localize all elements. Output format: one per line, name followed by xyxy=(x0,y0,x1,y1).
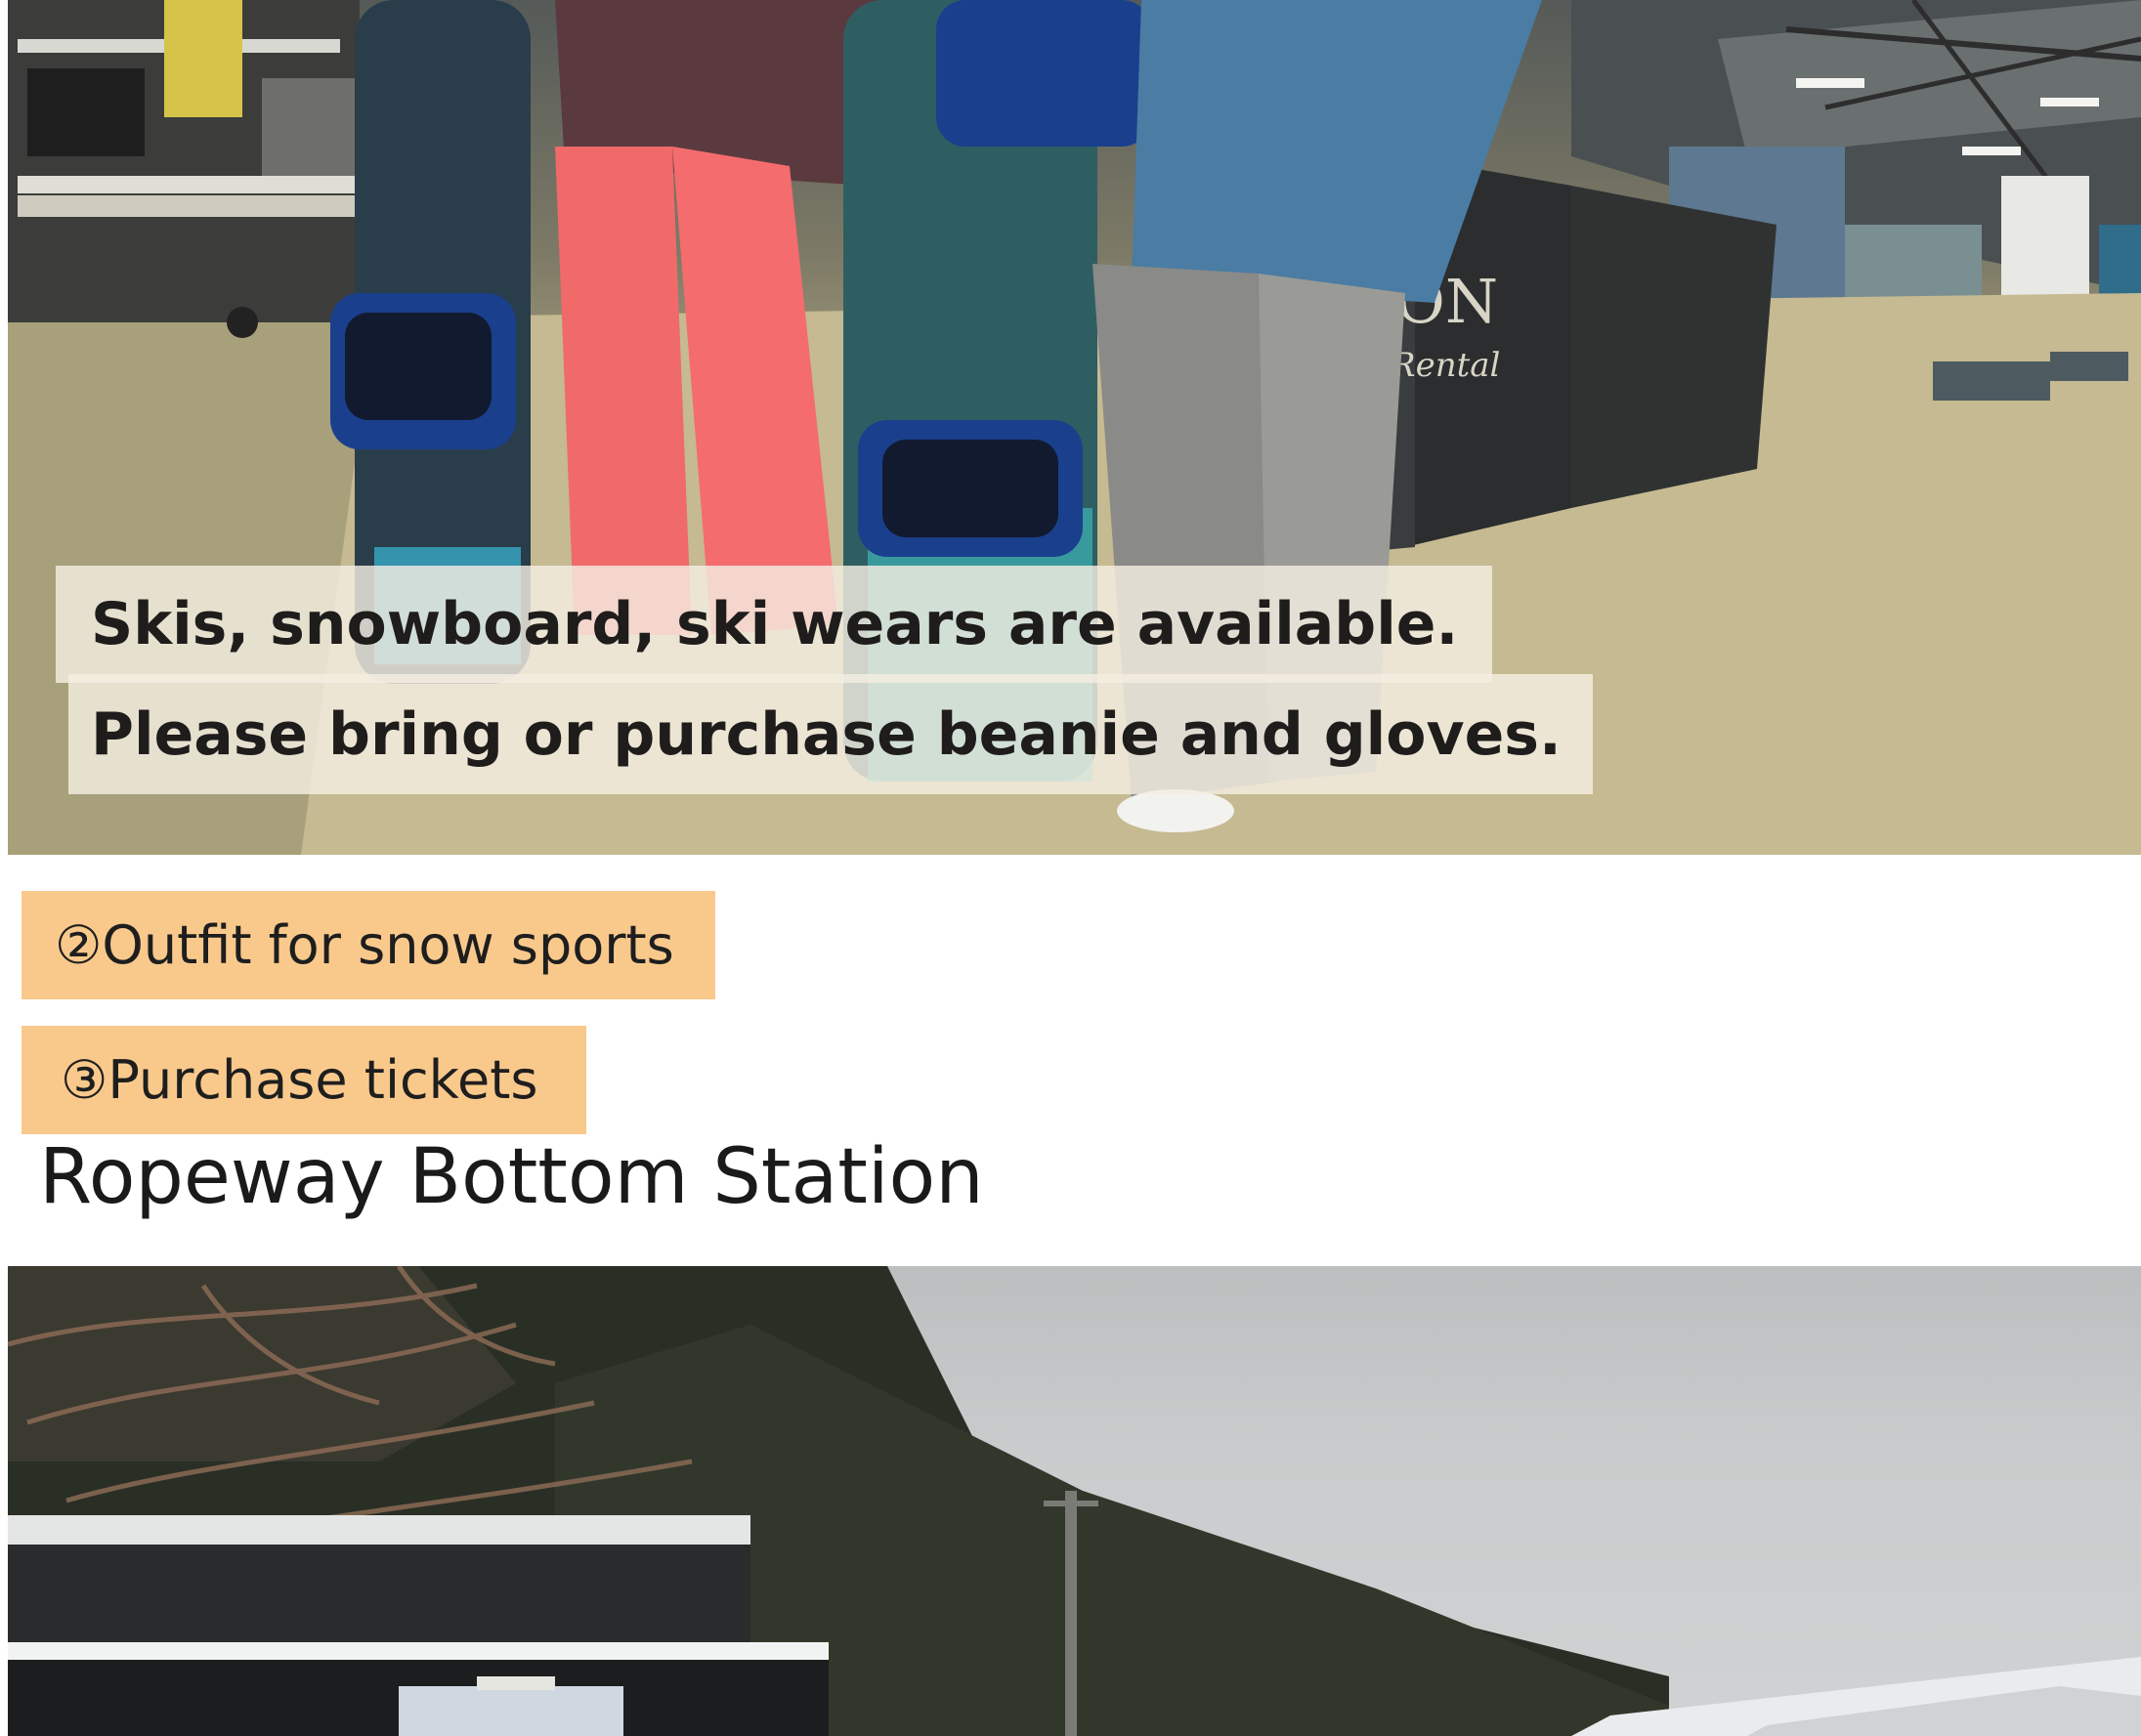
section-title: Ropeway Bottom Station xyxy=(39,1133,984,1221)
ropeway-station-illustration xyxy=(8,1266,2141,1736)
step-3-tickets-label: ③Purchase tickets xyxy=(21,1026,586,1134)
ropeway-station-photo xyxy=(8,1266,2141,1736)
rental-caption-line-1: Skis, snowboard, ski wears are available… xyxy=(56,566,1492,683)
step-2-outfit-label: ②Outfit for snow sports xyxy=(21,891,715,999)
svg-text:Rental: Rental xyxy=(1390,346,1500,385)
rental-caption-line-2: Please bring or purchase beanie and glov… xyxy=(68,674,1593,794)
